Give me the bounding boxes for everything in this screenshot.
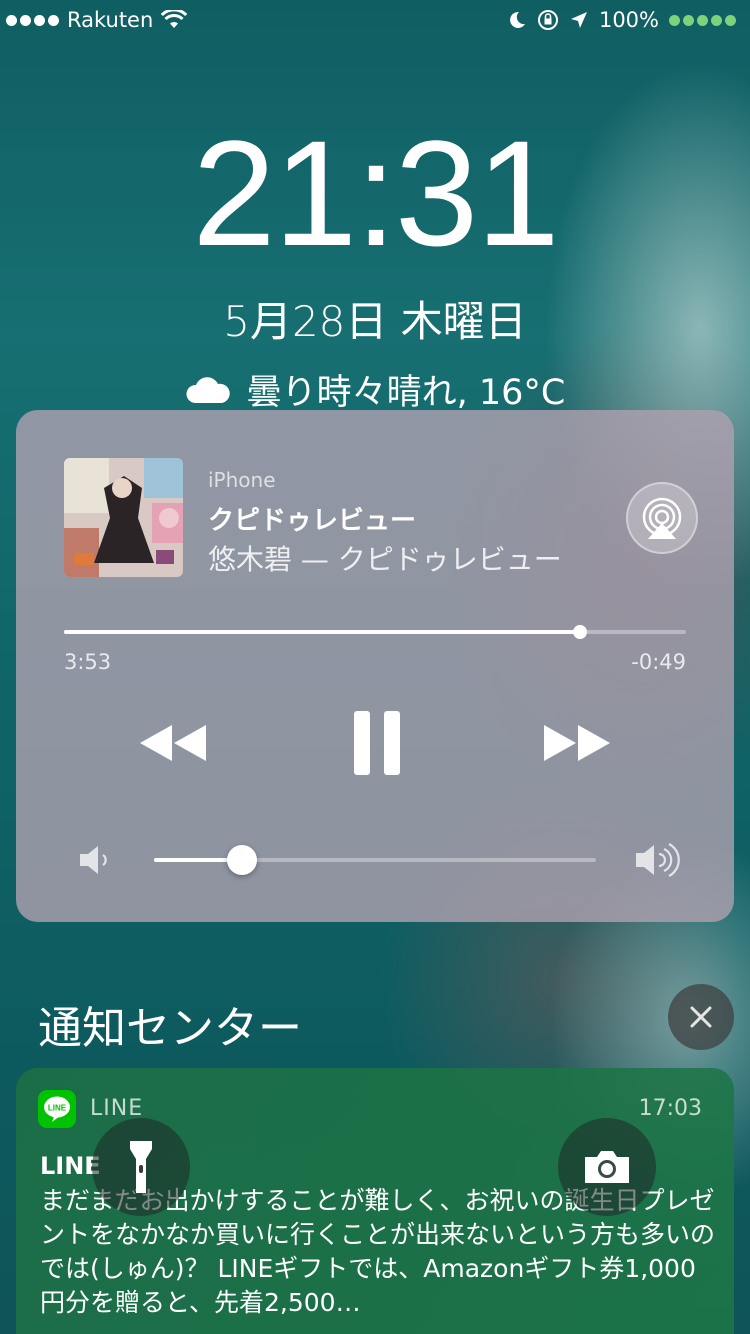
volume-knob[interactable] xyxy=(227,845,258,875)
rewind-icon xyxy=(140,725,206,761)
scrubber-fill xyxy=(64,630,581,634)
signal-dots-icon xyxy=(6,14,59,26)
weather-text: 曇り時々晴れ, 16°C xyxy=(246,373,566,413)
scrubber-knob[interactable] xyxy=(573,625,588,639)
moon-icon xyxy=(510,11,525,28)
battery-percent: 100% xyxy=(598,8,659,32)
playback-source: iPhone xyxy=(208,468,276,492)
status-bar: Rakuten 100% xyxy=(0,0,750,40)
track-title: クピドゥレビュー xyxy=(208,506,417,536)
airplay-button[interactable] xyxy=(626,482,698,554)
camera-icon xyxy=(585,1151,629,1183)
volume-low-icon xyxy=(80,846,107,874)
fast-forward-icon xyxy=(544,725,610,761)
volume-high-icon xyxy=(636,843,680,877)
fast-forward-button[interactable] xyxy=(538,708,618,778)
pause-button[interactable] xyxy=(342,708,412,778)
lock-clock: 21:31 xyxy=(192,109,559,277)
camera-button[interactable] xyxy=(558,1118,656,1216)
pause-icon xyxy=(354,711,400,775)
wifi-icon xyxy=(161,10,188,28)
notification-time: 17:03 xyxy=(638,1096,702,1121)
rotation-lock-icon xyxy=(537,10,558,30)
location-icon xyxy=(570,12,587,28)
flashlight-button[interactable] xyxy=(92,1118,190,1216)
time-elapsed: 3:53 xyxy=(64,650,112,674)
volume-slider[interactable] xyxy=(154,845,596,875)
battery-dots-icon xyxy=(669,14,736,26)
now-playing-card: iPhone クピドゥレビュー 悠木碧 — クピドゥレビュー 3:53 -0:4… xyxy=(16,410,734,922)
time-remaining: -0:49 xyxy=(631,650,686,674)
status-right: 100% xyxy=(507,8,736,32)
album-art[interactable] xyxy=(64,458,183,577)
svg-text:LINE: LINE xyxy=(48,1104,67,1113)
flashlight-icon xyxy=(130,1141,152,1193)
clear-notifications-button[interactable] xyxy=(668,984,734,1050)
carrier-label: Rakuten xyxy=(67,8,154,32)
weather: 曇り時々晴れ, 16°C xyxy=(0,364,750,415)
notification-center-title: 通知センター xyxy=(38,1003,302,1054)
scrubber[interactable] xyxy=(64,625,686,639)
cloud-icon xyxy=(186,376,230,403)
rewind-button[interactable] xyxy=(132,708,212,778)
line-app-icon: LINE xyxy=(38,1090,76,1128)
close-icon xyxy=(690,1006,712,1028)
track-artist-album: 悠木碧 — クピドゥレビュー xyxy=(208,543,562,576)
lock-date: 5月28日 木曜日 xyxy=(223,297,527,346)
status-left: Rakuten xyxy=(6,8,188,32)
airplay-icon xyxy=(642,497,682,539)
